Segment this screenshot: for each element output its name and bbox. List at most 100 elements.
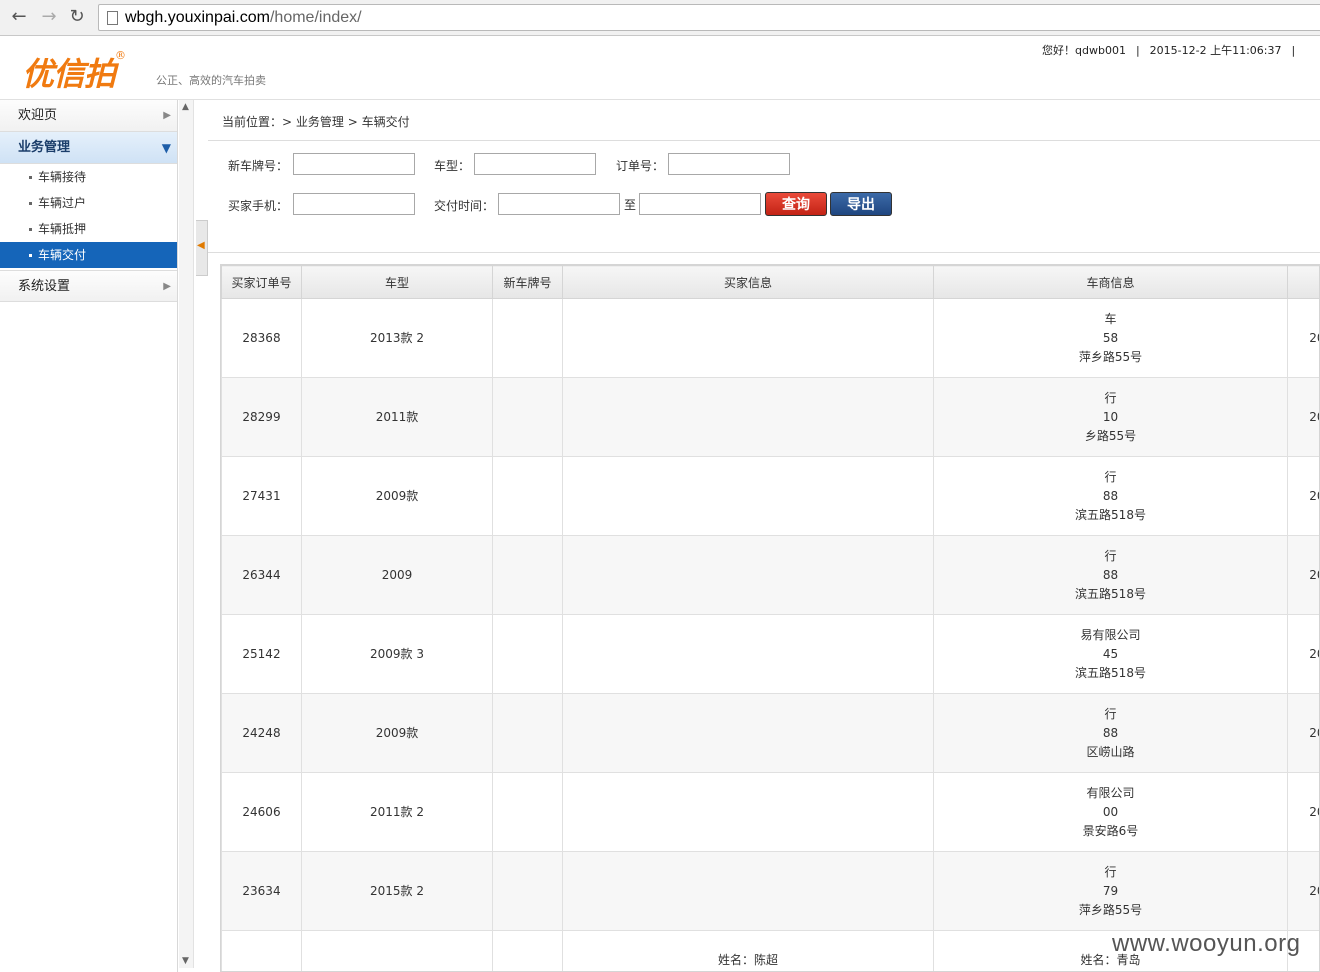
cell-plate	[492, 772, 563, 852]
scroll-up-icon[interactable]: ▲	[182, 102, 189, 112]
datetime: 2015-12-2 上午11:06:37	[1149, 44, 1282, 57]
cell-year: 2015	[1287, 535, 1319, 615]
col-buyer[interactable]: 买家信息	[562, 265, 934, 299]
url-path: /home/index/	[269, 9, 362, 26]
menu-welcome[interactable]: 欢迎页 ▶	[0, 100, 177, 132]
cell-model: 2011款	[301, 377, 493, 457]
scroll-down-icon[interactable]: ▼	[182, 956, 189, 966]
sidebar-item-delivery[interactable]: 车辆交付	[0, 242, 177, 268]
cell-year: 2015	[1287, 377, 1319, 457]
cell-dealer-line: 行	[1104, 706, 1117, 721]
menu-system[interactable]: 系统设置 ▶	[0, 270, 177, 302]
cell-dealer: 易有限公司 45 滨五路518号	[933, 614, 1288, 694]
export-button[interactable]: 导出	[830, 192, 892, 216]
table-row[interactable]: 28368 2013款 2 车 58 萍乡路55号 2015	[221, 298, 1319, 378]
cell-dealer-line: 88	[1102, 567, 1119, 582]
menu-business[interactable]: 业务管理 ▼	[0, 132, 177, 164]
divider	[208, 252, 1320, 253]
table-row[interactable]: 26344 2009 行 88 滨五路518号 2015	[221, 535, 1319, 615]
cell-model: 2009款	[301, 693, 493, 773]
cell-dealer-line: 滨五路518号	[1075, 586, 1146, 601]
sidebar-item-mortgage[interactable]: 车辆抵押	[0, 216, 177, 242]
time-to-input[interactable]	[639, 193, 761, 215]
cell-dealer: 行 88 滨五路518号	[933, 456, 1288, 536]
table-row[interactable]: 24248 2009款 行 88 区崂山路 2015	[221, 693, 1319, 773]
slogan: 公正、高效的汽车拍卖	[156, 74, 266, 87]
cell-order-line: 28299	[242, 409, 281, 424]
table-row[interactable]: 25142 2009款 3 易有限公司 45 滨五路518号 2015	[221, 614, 1319, 694]
cell-dealer: 有限公司 00 景安路6号	[933, 772, 1288, 852]
sidebar-item-reception[interactable]: 车辆接待	[0, 164, 177, 190]
col-order[interactable]: 买家订单号	[221, 265, 302, 299]
col-dealer[interactable]: 车商信息	[933, 265, 1288, 299]
table-row[interactable]: 28299 2011款 行 10 乡路55号 2015	[221, 377, 1319, 457]
cell-dealer-line: 88	[1102, 488, 1119, 503]
cell-dealer-line: 行	[1104, 864, 1117, 879]
cell-order: 28368	[221, 298, 302, 378]
sidebar-item-transfer[interactable]: 车辆过户	[0, 190, 177, 216]
cell-dealer-line: 乡路55号	[1084, 428, 1137, 443]
order-input[interactable]	[668, 153, 790, 175]
sidebar-scrollbar[interactable]: ▲ ▼	[179, 100, 194, 968]
greeting: 您好！qdwb001	[1042, 44, 1126, 57]
cell-year-line: 2015	[1309, 488, 1319, 503]
time-from-input[interactable]	[498, 193, 620, 215]
address-bar[interactable]: wbgh.youxinpai.com/home/index/	[98, 4, 1320, 31]
cell-model-line: 2009款	[375, 488, 419, 503]
sidebar-collapse-handle[interactable]: ◀	[196, 220, 208, 276]
table-row[interactable]: 27431 2009款 行 88 滨五路518号 2015	[221, 456, 1319, 536]
cell-year: 2015	[1287, 298, 1319, 378]
divider	[208, 140, 1320, 141]
cell-order-line: 28368	[242, 330, 281, 345]
page-icon	[107, 11, 118, 25]
cell-order-line: 23634	[242, 883, 281, 898]
registered-mark: ®	[115, 49, 126, 63]
cell-buyer	[562, 377, 934, 457]
to-label: 至	[624, 198, 637, 212]
cell-dealer: 行 79 萍乡路55号	[933, 851, 1288, 931]
cell-year: 2015	[1287, 772, 1319, 852]
cell-dealer-line: 萍乡路55号	[1078, 902, 1143, 917]
model-input[interactable]	[474, 153, 596, 175]
cell-buyer	[562, 851, 934, 931]
cell-buyer-line: 姓名：陈超	[717, 953, 778, 967]
cell-plate	[492, 377, 563, 457]
collapse-arrow-icon: ◀	[197, 240, 205, 251]
delivery-table: 买家订单号 车型 新车牌号 买家信息 车商信息 28368 2013款 2 车 58 萍…	[220, 264, 1320, 972]
cell-dealer-line: 景安路6号	[1082, 823, 1139, 838]
cell-year: 2015	[1287, 614, 1319, 694]
cell-dealer: 行 88 滨五路518号	[933, 535, 1288, 615]
cell-year-line: 2015	[1309, 804, 1319, 819]
reload-icon[interactable]: ↻	[66, 6, 88, 28]
cell-order-line: 24606	[242, 804, 281, 819]
cell-dealer-line: 行	[1104, 390, 1117, 405]
col-model[interactable]: 车型	[301, 265, 493, 299]
forward-arrow-icon[interactable]: →	[38, 6, 60, 28]
main-content: 当前位置：> 业务管理 > 车辆交付 新车牌号： 车型： 订单号： 买家手机： …	[208, 100, 1320, 972]
cell-year: 2015	[1287, 456, 1319, 536]
cell-plate	[492, 535, 563, 615]
model-label: 车型：	[434, 159, 471, 173]
url-host: wbgh.youxinpai.com	[125, 9, 270, 26]
plate-input[interactable]	[293, 153, 415, 175]
cell-model-line: 2011款 2	[370, 804, 424, 819]
table-row[interactable]: 24606 2011款 2 有限公司 00 景安路6号 2015	[221, 772, 1319, 852]
cell-order	[221, 930, 302, 971]
breadcrumb-business[interactable]: 业务管理	[296, 115, 344, 129]
cell-model: 2009	[301, 535, 493, 615]
phone-input[interactable]	[293, 193, 415, 215]
col-plate[interactable]: 新车牌号	[492, 265, 563, 299]
cell-dealer-line: 车	[1104, 311, 1117, 326]
cell-order-line: 24248	[242, 725, 281, 740]
table-row[interactable]: 23634 2015款 2 行 79 萍乡路55号 2015	[221, 851, 1319, 931]
user-info: 您好！qdwb001 | 2015-12-2 上午11:06:37 |	[1042, 44, 1296, 57]
cell-buyer	[562, 456, 934, 536]
logo[interactable]: 优信拍®	[22, 49, 126, 95]
cell-plate	[492, 930, 563, 971]
cell-dealer-line: 易有限公司	[1080, 627, 1141, 642]
back-arrow-icon[interactable]: ←	[8, 6, 30, 28]
cell-model: 2009款 3	[301, 614, 493, 694]
cell-plate	[492, 693, 563, 773]
order-label: 订单号：	[616, 159, 665, 173]
query-button[interactable]: 查询	[765, 192, 827, 216]
